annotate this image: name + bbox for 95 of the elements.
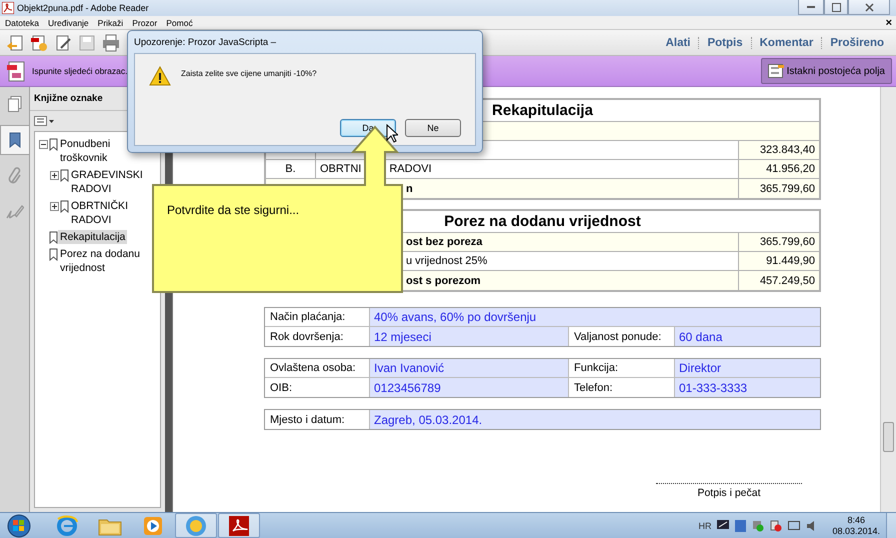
close-button[interactable] [848, 0, 890, 15]
pdf-icon [2, 2, 14, 14]
menu-item[interactable]: Datoteka [5, 18, 40, 28]
form-field[interactable]: Zagreb, 05.03.2014. [370, 410, 820, 429]
window-title: Objekt2puna.pdf - Adobe Reader [17, 3, 150, 13]
panel-title: Knjižne oznake [34, 93, 103, 104]
media-player-icon [143, 516, 163, 536]
options-icon[interactable] [34, 116, 54, 126]
highlight-fields-button[interactable]: Istakni postojeća polja [760, 58, 892, 84]
bookmark-item[interactable]: OBRTNIČKI RADOVI [69, 199, 153, 227]
pdf-icon [229, 516, 249, 536]
form-field[interactable]: 60 dana [675, 327, 820, 346]
form-field[interactable]: 0123456789 [370, 378, 569, 397]
table-cell: ost s porezom [406, 274, 481, 286]
table-cell: u vrijednost 25% [406, 255, 488, 267]
create-pdf-icon[interactable] [30, 34, 48, 52]
field-label: Funkcija: [574, 362, 618, 374]
toolbar-tab[interactable]: Komentar [750, 36, 822, 48]
table-cell: RADOVI [389, 163, 432, 175]
field-label: Valjanost ponude: [574, 330, 662, 342]
bookmark-icon [49, 138, 58, 151]
table-cell: n [406, 182, 413, 194]
form-message: Ispunite sljedeći obrazac. [32, 66, 128, 76]
menu-item[interactable]: Prozor [132, 18, 158, 28]
warning-icon [149, 66, 171, 86]
bookmark-item[interactable]: Rekapitulacija [58, 230, 128, 244]
menu-item[interactable]: Uređivanje [48, 18, 89, 28]
expand-toggle[interactable] [50, 171, 59, 180]
table-cell: B. [285, 163, 296, 175]
signature-line: Potpis i pečat [656, 483, 802, 499]
toolbar-tab[interactable]: Prošireno [821, 36, 892, 48]
bookmark-icon [60, 200, 69, 213]
form-field[interactable]: 12 mjeseci [370, 327, 569, 346]
bookmark-item[interactable]: GRAĐEVINSKI RADOVI [69, 168, 153, 196]
form-icon [6, 60, 26, 82]
display-icon [788, 520, 800, 532]
clock[interactable]: 8:46 08.03.2014. [832, 514, 880, 536]
callout-text: Potvrdite da ste sigurni... [167, 203, 300, 217]
field-label: Način plaćanja: [270, 311, 346, 323]
cursor-icon [386, 124, 398, 143]
flag-icon [770, 520, 782, 532]
edit-icon[interactable] [54, 34, 72, 52]
monitor-icon [717, 520, 730, 531]
shield-icon [735, 520, 746, 532]
paperclip-icon [8, 167, 22, 185]
print-icon[interactable] [102, 34, 120, 52]
language-indicator[interactable]: HR [698, 520, 712, 530]
scrollbar[interactable] [880, 87, 896, 512]
form-field[interactable]: 01-333-3333 [675, 378, 820, 397]
dialog-message: Zaista zelite sve cijene umanjiti -10%? [181, 69, 317, 78]
minimize-button[interactable] [798, 0, 824, 15]
form-fields-icon [768, 64, 784, 78]
form-field[interactable]: Ivan Ivanović [370, 359, 569, 377]
field-label: Mjesto i datum: [270, 414, 345, 426]
dialog-title: Upozorenje: Prozor JavaScripta – [134, 36, 278, 50]
taskbar-button[interactable] [218, 513, 260, 538]
close-icon [864, 2, 874, 12]
table-cell: 457.249,50 [760, 274, 815, 286]
bookmark-icon [49, 248, 58, 261]
menu-item[interactable]: Prikaži [98, 18, 124, 28]
dialog-button[interactable]: Ne [405, 119, 461, 137]
browser-icon [56, 514, 78, 536]
minimize-icon [807, 6, 815, 8]
maximize-button[interactable] [824, 0, 848, 15]
open-icon[interactable] [6, 34, 24, 52]
signature-icon [6, 204, 24, 220]
field-label: Rok dovršenja: [270, 330, 344, 342]
menu-item[interactable]: Pomoć [166, 18, 193, 28]
sun-icon [185, 514, 207, 536]
field-label: Ovlaštena osoba: [270, 362, 356, 374]
table-cell: 91.449,90 [766, 255, 815, 267]
close-document-button[interactable]: × [886, 16, 892, 28]
form-field[interactable]: Direktor [675, 359, 820, 377]
field-label: OIB: [270, 382, 292, 394]
table-title: Rekapitulacija [492, 102, 593, 119]
table-cell: OBRTNI [320, 163, 362, 175]
pages-icon [8, 96, 22, 112]
bookmark-icon [60, 169, 69, 182]
restore-icon [832, 2, 840, 12]
table-cell: 365.799,60 [760, 236, 815, 248]
expand-toggle[interactable] [50, 202, 59, 211]
table-cell: 41.956,20 [766, 163, 815, 175]
table-cell: 365.799,60 [760, 182, 815, 194]
form-field[interactable]: 40% avans, 60% po dovršenju [370, 308, 820, 326]
table-title: Porez na dodanu vrijednost [444, 213, 641, 230]
network-icon [752, 520, 764, 532]
bookmark-item[interactable]: Porez na dodanu vrijednost [58, 247, 142, 275]
toolbar-tab[interactable]: Potpis [698, 36, 751, 48]
collapse-toggle[interactable] [39, 140, 48, 149]
table-cell: ost bez poreza [406, 236, 482, 248]
table-cell: 323.843,40 [760, 144, 815, 156]
toolbar-tab[interactable]: Alati [658, 36, 698, 48]
field-label: Telefon: [574, 382, 613, 394]
bookmark-icon [9, 132, 21, 148]
sidebar-tab[interactable] [0, 125, 29, 155]
